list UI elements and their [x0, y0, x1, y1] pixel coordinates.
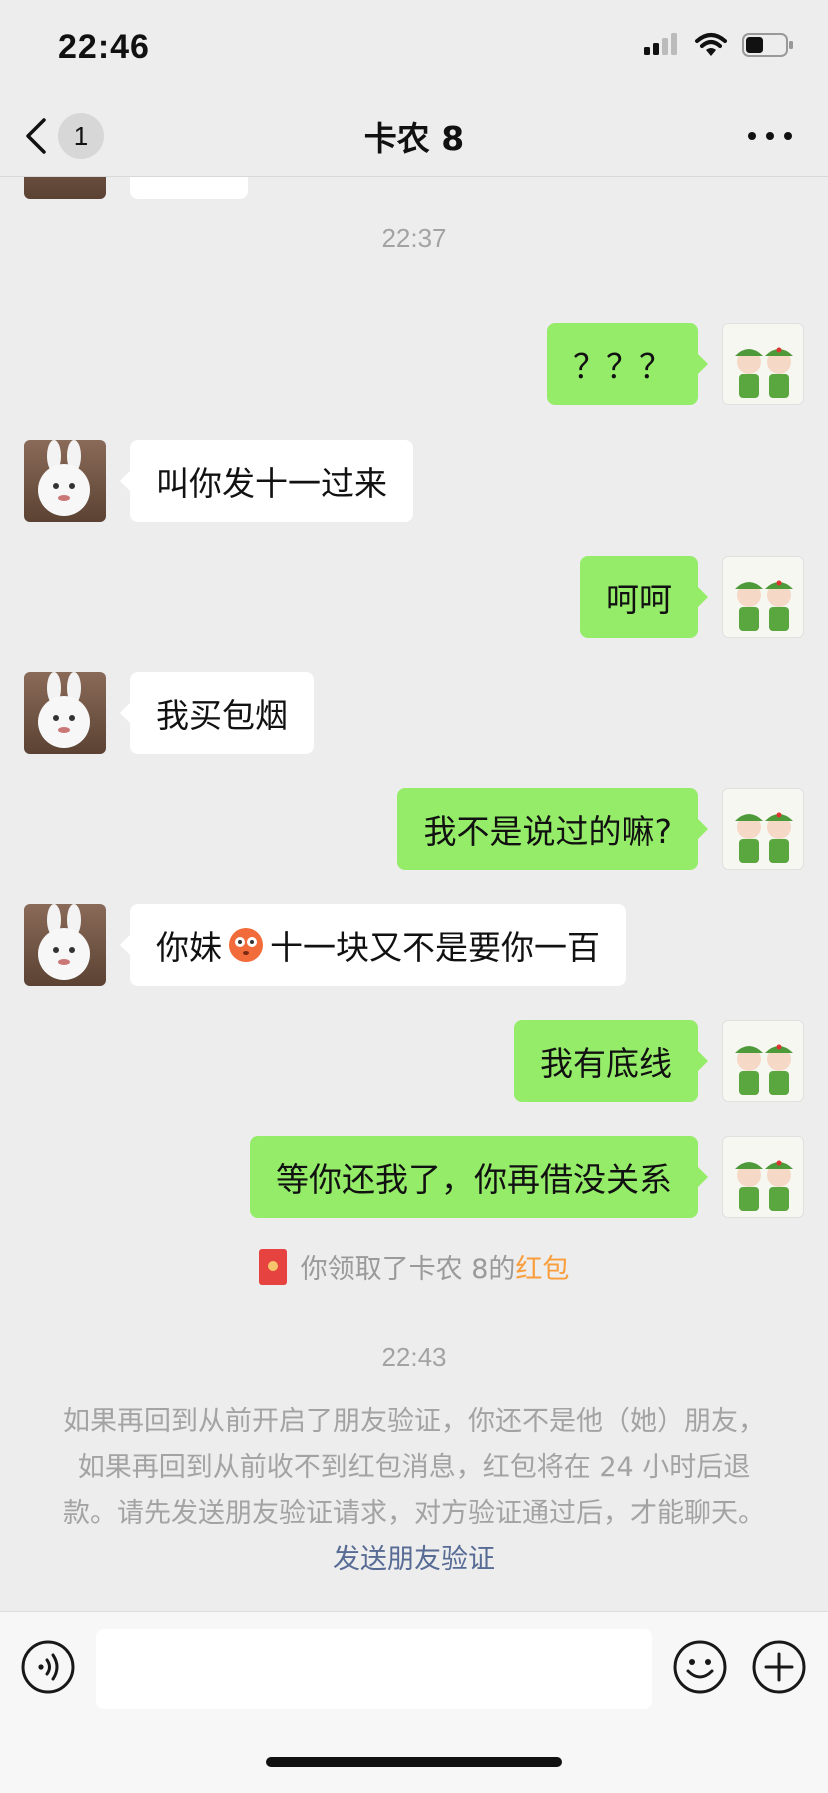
input-bar — [0, 1611, 828, 1793]
message-text: 十一块又不是要你一百 — [270, 928, 600, 967]
message-bubble-received[interactable] — [130, 177, 248, 199]
contact-avatar[interactable] — [24, 440, 106, 522]
my-avatar[interactable] — [722, 556, 804, 638]
status-bar: 22:46 — [0, 0, 828, 96]
flushed-face-emoji-icon — [229, 928, 263, 962]
rabbit-avatar-icon — [38, 440, 90, 516]
message-bubble-sent[interactable]: ？？？ — [547, 323, 708, 405]
battery-icon — [742, 33, 793, 57]
soldiers-avatar-icon — [735, 580, 793, 631]
message-input[interactable] — [96, 1629, 652, 1709]
signal-icon — [644, 33, 677, 55]
my-avatar[interactable] — [722, 323, 804, 405]
status-icons — [644, 32, 794, 58]
contact-avatar[interactable] — [24, 904, 106, 986]
contact-avatar[interactable] — [24, 672, 106, 754]
message-bubble-received[interactable]: 叫你发十一过来 — [120, 440, 413, 522]
wifi-icon — [695, 33, 727, 56]
message-bubble-sent[interactable]: 我不是说过的嘛? — [397, 788, 708, 870]
my-avatar[interactable] — [722, 788, 804, 870]
red-packet-link[interactable]: 红包 — [515, 1254, 569, 1285]
message-text: 你妹 — [156, 928, 222, 967]
my-avatar[interactable] — [722, 1020, 804, 1102]
soldiers-avatar-icon — [735, 1160, 793, 1211]
chat-title: 卡农 8 — [363, 119, 465, 158]
soldiers-avatar-icon — [735, 812, 793, 863]
system-notice-text: 如果再回到从前开启了朋友验证，你还不是他（她）朋友，如果再回到从前收不到红包消息… — [63, 1406, 765, 1529]
rabbit-avatar-icon — [38, 672, 90, 748]
nav-bar: 1 卡农 8 — [0, 96, 828, 177]
plus-icon[interactable] — [751, 1639, 807, 1695]
emoji-icon[interactable] — [672, 1639, 728, 1695]
message-bubble-received[interactable]: 你妹 十一块又不是要你一百 — [120, 904, 626, 986]
red-packet-notice-text: 你领取了卡农 8的 — [300, 1254, 516, 1285]
friend-verification-notice: 如果再回到从前开启了朋友验证，你还不是他（她）朋友，如果再回到从前收不到红包消息… — [56, 1399, 772, 1583]
message-timestamp: 22:37 — [381, 223, 447, 253]
home-indicator — [266, 1757, 562, 1767]
message-bubble-sent[interactable]: 呵呵 — [580, 556, 708, 638]
my-avatar[interactable] — [722, 1136, 804, 1218]
message-bubble-received[interactable]: 我买包烟 — [120, 672, 314, 754]
contact-avatar[interactable] — [24, 177, 106, 199]
soldiers-avatar-icon — [735, 1044, 793, 1095]
red-packet-icon — [258, 1248, 287, 1285]
soldiers-avatar-icon — [735, 347, 793, 398]
voice-input-icon[interactable] — [20, 1639, 76, 1695]
status-time: 22:46 — [58, 28, 150, 66]
rabbit-avatar-icon — [38, 904, 90, 980]
message-bubble-sent[interactable]: 我有底线 — [514, 1020, 708, 1102]
message-timestamp: 22:43 — [381, 1342, 447, 1372]
red-packet-notice: 你领取了卡农 8的红包 — [0, 1247, 828, 1286]
more-options-icon[interactable] — [742, 112, 798, 160]
chat-message-list[interactable]: 22:37 ？？？ 叫你发十一过来 呵呵 我买包烟 我不是说过的嘛? 你妹 十一… — [0, 177, 828, 1610]
message-bubble-sent[interactable]: 等你还我了，你再借没关系 — [250, 1136, 708, 1218]
send-verification-link[interactable]: 发送朋友验证 — [333, 1544, 495, 1575]
